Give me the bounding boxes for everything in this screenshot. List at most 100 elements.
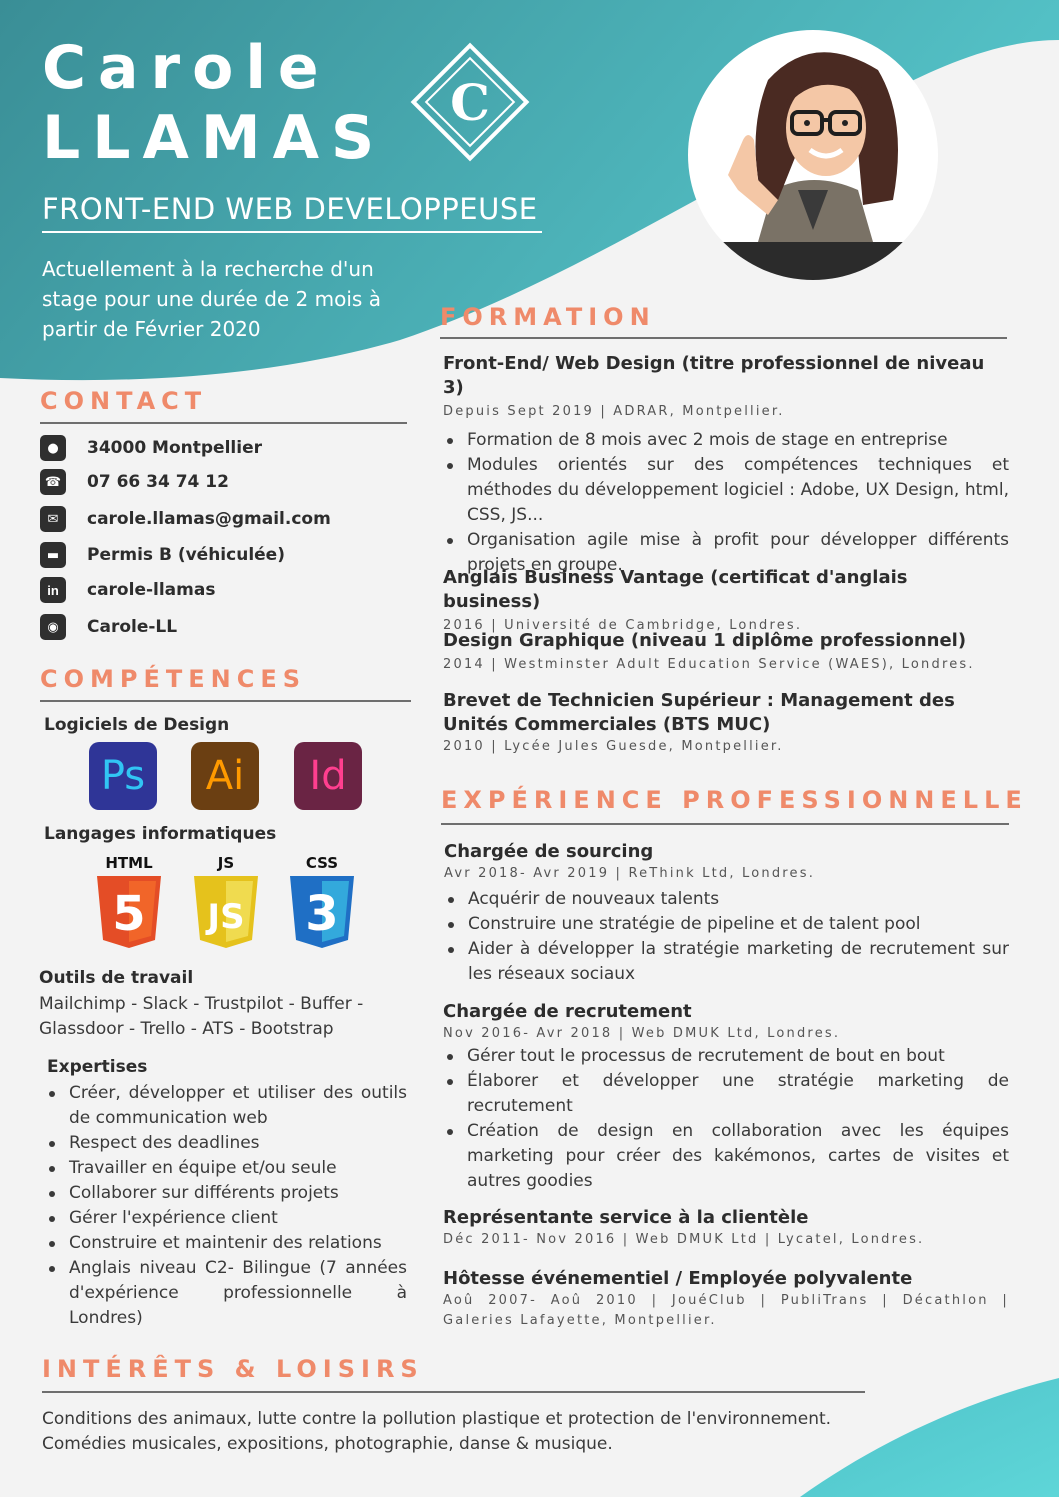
contact-license-text: Permis B (véhiculée) (87, 545, 285, 565)
formation-meta: 2010 | Lycée Jules Guesde, Montpellier. (443, 739, 784, 754)
list-item: Acquérir de nouveaux talents (444, 887, 1009, 912)
experience-title: Hôtesse événementiel / Employée polyvale… (443, 1268, 913, 1289)
formation-entry: Anglais Business Vantage (certificat d'a… (443, 566, 1009, 636)
experience-meta: Aoû 2007- Aoû 2010 | JouéClub | PubliTra… (443, 1293, 1009, 1328)
list-item: Anglais niveau C2- Bilingue (7 années d'… (45, 1256, 407, 1331)
list-item: Collaborer sur différents projets (45, 1181, 407, 1206)
experience-title: Chargée de recrutement (443, 1001, 692, 1022)
competences-heading: COMPÉTENCES (40, 665, 307, 693)
html5-icon: HTML 5 (97, 854, 161, 948)
list-item: Création de design en collaboration avec… (443, 1119, 1009, 1194)
work-tools-heading: Outils de travail (39, 968, 194, 988)
experience-entry: Chargée de sourcing Avr 2018- Avr 2019 |… (444, 840, 1009, 987)
experience-entry: Représentante service à la clientèle Déc… (443, 1206, 1009, 1250)
experience-meta: Avr 2018- Avr 2019 | ReThink Ltd, Londre… (444, 866, 816, 881)
work-tools-list: Mailchimp - Slack - Trustpilot - Buffer … (39, 994, 364, 1039)
experience-divider (441, 823, 1009, 825)
last-name: LLAMAS (42, 103, 387, 173)
javascript-label: JS (217, 854, 234, 872)
indesign-icon: Id (294, 742, 362, 810)
html5-label: HTML (105, 854, 153, 872)
experience-bullets: Gérer tout le processus de recrutement d… (443, 1044, 1009, 1194)
list-item: Respect des deadlines (45, 1131, 407, 1156)
experience-meta: Nov 2016- Avr 2018 | Web DMUK Ltd, Londr… (443, 1026, 841, 1041)
design-software-heading: Logiciels de Design (44, 715, 230, 735)
car-icon: ▬ (40, 542, 66, 568)
contact-phone[interactable]: ☎ 07 66 34 74 12 (40, 469, 410, 495)
list-item: Aider à développer la stratégie marketin… (444, 937, 1009, 987)
availability-statement: Actuellement à la recherche d'un stage p… (42, 257, 381, 341)
competences-divider (40, 700, 411, 702)
indesign-label: Id (309, 753, 347, 799)
formation-meta: 2014 | Westminster Adult Education Servi… (443, 657, 975, 672)
list-item: Formation de 8 mois avec 2 mois de stage… (443, 428, 1009, 453)
experience-title: Représentante service à la clientèle (443, 1207, 809, 1228)
photoshop-label: Ps (100, 753, 146, 799)
expertise-heading: Expertises (47, 1057, 148, 1077)
contact-phone-text: 07 66 34 74 12 (87, 472, 229, 492)
experience-bullets: Acquérir de nouveaux talents Construire … (444, 887, 1009, 987)
contact-linkedin[interactable]: in carole-llamas (40, 577, 410, 603)
experience-meta: Déc 2011- Nov 2016 | Web DMUK Ltd | Lyca… (443, 1232, 925, 1247)
formation-entry: Design Graphique (niveau 1 diplôme profe… (443, 629, 1009, 675)
job-title: FRONT-END WEB DEVELOPPEUSE (42, 192, 538, 226)
javascript-icon: JS JS (194, 854, 258, 948)
interests-line-2: Comédies musicales, expositions, photogr… (42, 1434, 613, 1454)
formation-title: Design Graphique (niveau 1 diplôme profe… (443, 630, 967, 651)
html5-glyph: 5 (112, 886, 145, 942)
formation-title: Anglais Business Vantage (certificat d'a… (443, 567, 908, 612)
contact-github[interactable]: ◉ Carole-LL (40, 614, 410, 640)
location-pin-icon: ● (40, 435, 66, 461)
experience-entry: Hôtesse événementiel / Employée polyvale… (443, 1267, 1009, 1331)
list-item: Modules orientés sur des compétences tec… (443, 453, 1009, 528)
experience-heading: EXPÉRIENCE PROFESSIONNELLE (441, 786, 1028, 814)
contact-location: ● 34000 Montpellier (40, 435, 410, 461)
contact-location-text: 34000 Montpellier (87, 438, 262, 458)
illustrator-label: Ai (205, 753, 245, 799)
contact-email[interactable]: ✉ carole.llamas@gmail.com (40, 506, 410, 532)
formation-title: Brevet de Technicien Supérieur : Managem… (443, 690, 955, 735)
formation-bullets: Formation de 8 mois avec 2 mois de stage… (443, 428, 1009, 578)
contact-license: ▬ Permis B (véhiculée) (40, 542, 410, 568)
css3-label: CSS (306, 854, 338, 872)
formation-heading: FORMATION (440, 303, 656, 331)
formation-title: Front-End/ Web Design (titre professionn… (443, 353, 985, 398)
github-icon: ◉ (40, 614, 66, 640)
list-item: Travailler en équipe et/ou seule (45, 1156, 407, 1181)
avatar-illustration-icon (688, 52, 938, 280)
phone-icon: ☎ (40, 469, 66, 495)
contact-github-text: Carole-LL (87, 617, 178, 637)
formation-entry: Brevet de Technicien Supérieur : Managem… (443, 689, 988, 757)
contact-linkedin-text: carole-llamas (87, 580, 216, 600)
photoshop-icon: Ps (89, 742, 157, 810)
experience-title: Chargée de sourcing (444, 841, 654, 862)
interests-line-1: Conditions des animaux, lutte contre la … (42, 1409, 832, 1429)
javascript-glyph: JS (205, 897, 244, 937)
monogram-logo-icon: C (410, 42, 530, 162)
interests-divider (42, 1391, 865, 1393)
list-item: Gérer tout le processus de recrutement d… (443, 1044, 1009, 1069)
formation-entry: Front-End/ Web Design (titre professionn… (443, 352, 1009, 578)
experience-entry: Chargée de recrutement Nov 2016- Avr 201… (443, 1000, 1009, 1194)
interests-heading: INTÉRÊTS & LOISIRS (42, 1355, 424, 1383)
logo-letter: C (450, 73, 490, 132)
contact-heading: CONTACT (40, 387, 208, 415)
contact-email-text: carole.llamas@gmail.com (87, 509, 331, 529)
list-item: Construire une stratégie de pipeline et … (444, 912, 1009, 937)
list-item: Construire et maintenir des relations (45, 1231, 407, 1256)
list-item: Gérer l'expérience client (45, 1206, 407, 1231)
list-item: Créer, développer et utiliser des outils… (45, 1081, 407, 1131)
contact-divider (40, 422, 407, 424)
languages-heading: Langages informatiques (44, 824, 277, 844)
illustrator-icon: Ai (191, 742, 259, 810)
list-item: Élaborer et développer une stratégie mar… (443, 1069, 1009, 1119)
expertise-list: Créer, développer et utiliser des outils… (45, 1081, 407, 1331)
linkedin-icon: in (40, 577, 66, 603)
css3-icon: CSS 3 (290, 854, 354, 948)
formation-meta: Depuis Sept 2019 | ADRAR, Montpellier. (443, 404, 785, 419)
avatar (688, 30, 938, 280)
title-divider (42, 231, 542, 233)
first-name: Carole (42, 33, 331, 103)
mail-icon: ✉ (40, 506, 66, 532)
css3-glyph: 3 (305, 886, 338, 942)
